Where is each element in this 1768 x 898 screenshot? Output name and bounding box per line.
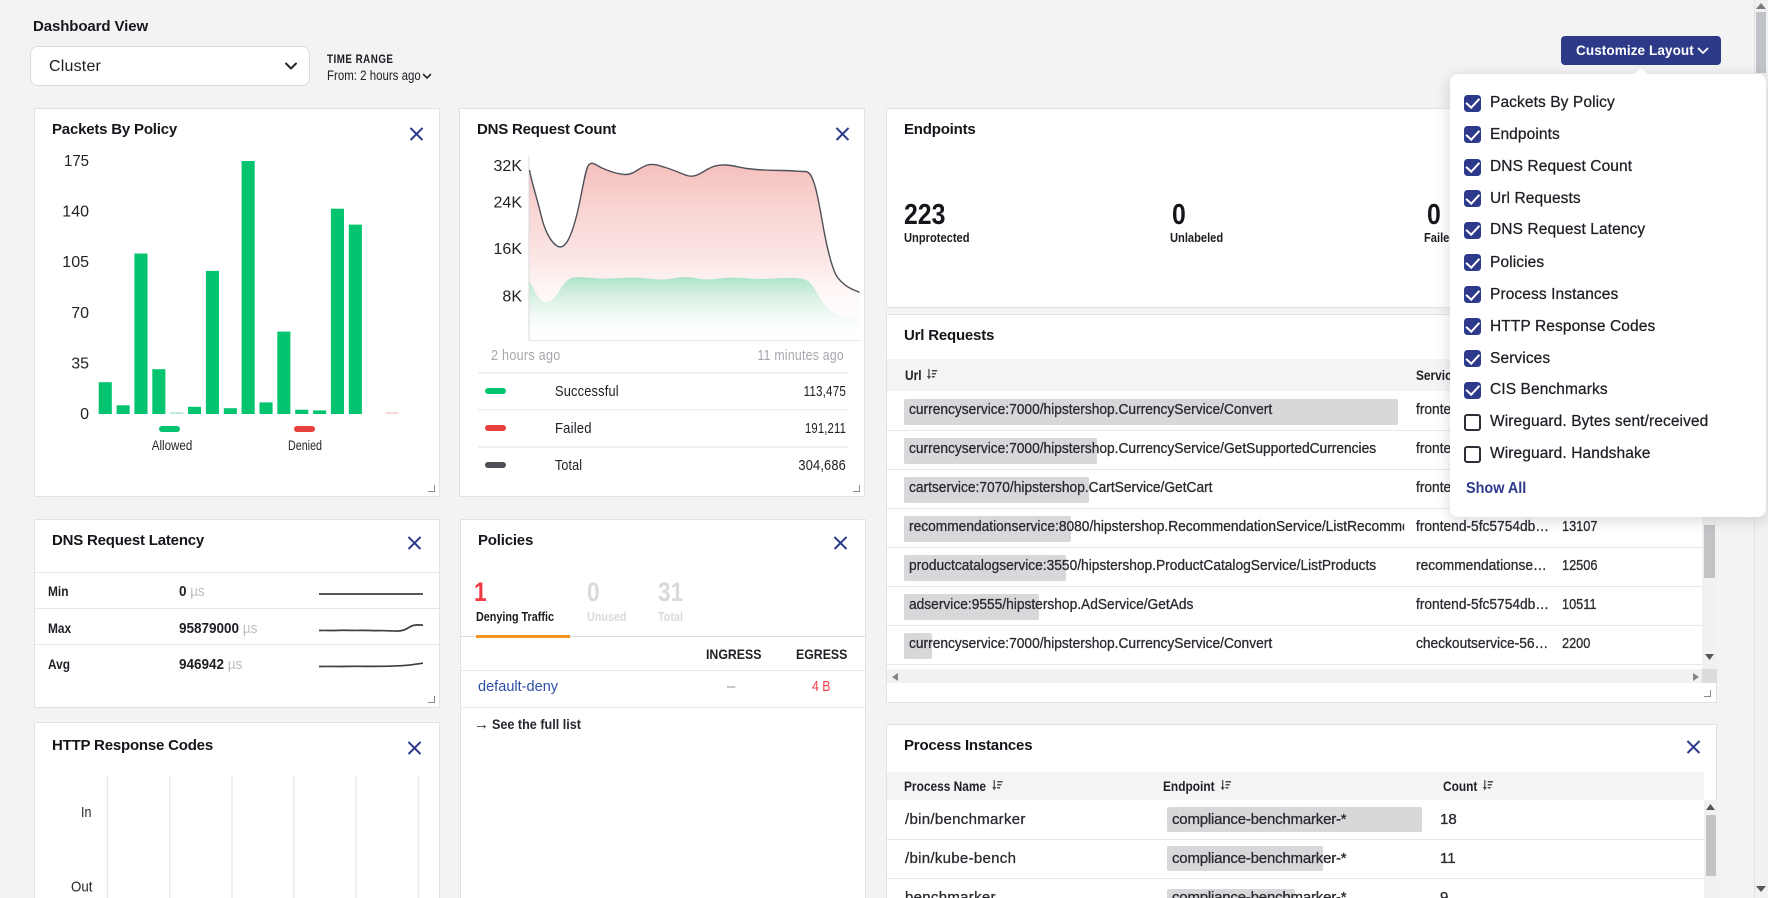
svg-text:2 hours ago: 2 hours ago <box>491 348 561 364</box>
svg-text:11 minutes ago: 11 minutes ago <box>758 348 845 364</box>
svg-text:105: 105 <box>62 254 89 271</box>
svg-text:32K: 32K <box>494 158 523 175</box>
svg-text:In: In <box>81 804 91 821</box>
svg-text:24K: 24K <box>494 195 523 212</box>
svg-text:8K: 8K <box>502 289 522 306</box>
svg-text:175: 175 <box>64 153 89 170</box>
svg-text:16K: 16K <box>494 241 523 258</box>
svg-text:70: 70 <box>71 305 89 322</box>
svg-text:35: 35 <box>71 355 89 372</box>
svg-text:Failed: Failed <box>555 420 592 437</box>
svg-text:Successful: Successful <box>555 383 619 400</box>
svg-text:Denied: Denied <box>288 438 322 453</box>
svg-text:113,475: 113,475 <box>804 383 846 400</box>
svg-text:Total: Total <box>555 457 582 474</box>
svg-text:140: 140 <box>62 204 89 221</box>
svg-text:Allowed: Allowed <box>152 438 193 453</box>
svg-text:191,211: 191,211 <box>805 420 846 437</box>
svg-text:0: 0 <box>80 406 89 423</box>
svg-text:304,686: 304,686 <box>798 457 846 474</box>
svg-text:Out: Out <box>71 879 93 896</box>
